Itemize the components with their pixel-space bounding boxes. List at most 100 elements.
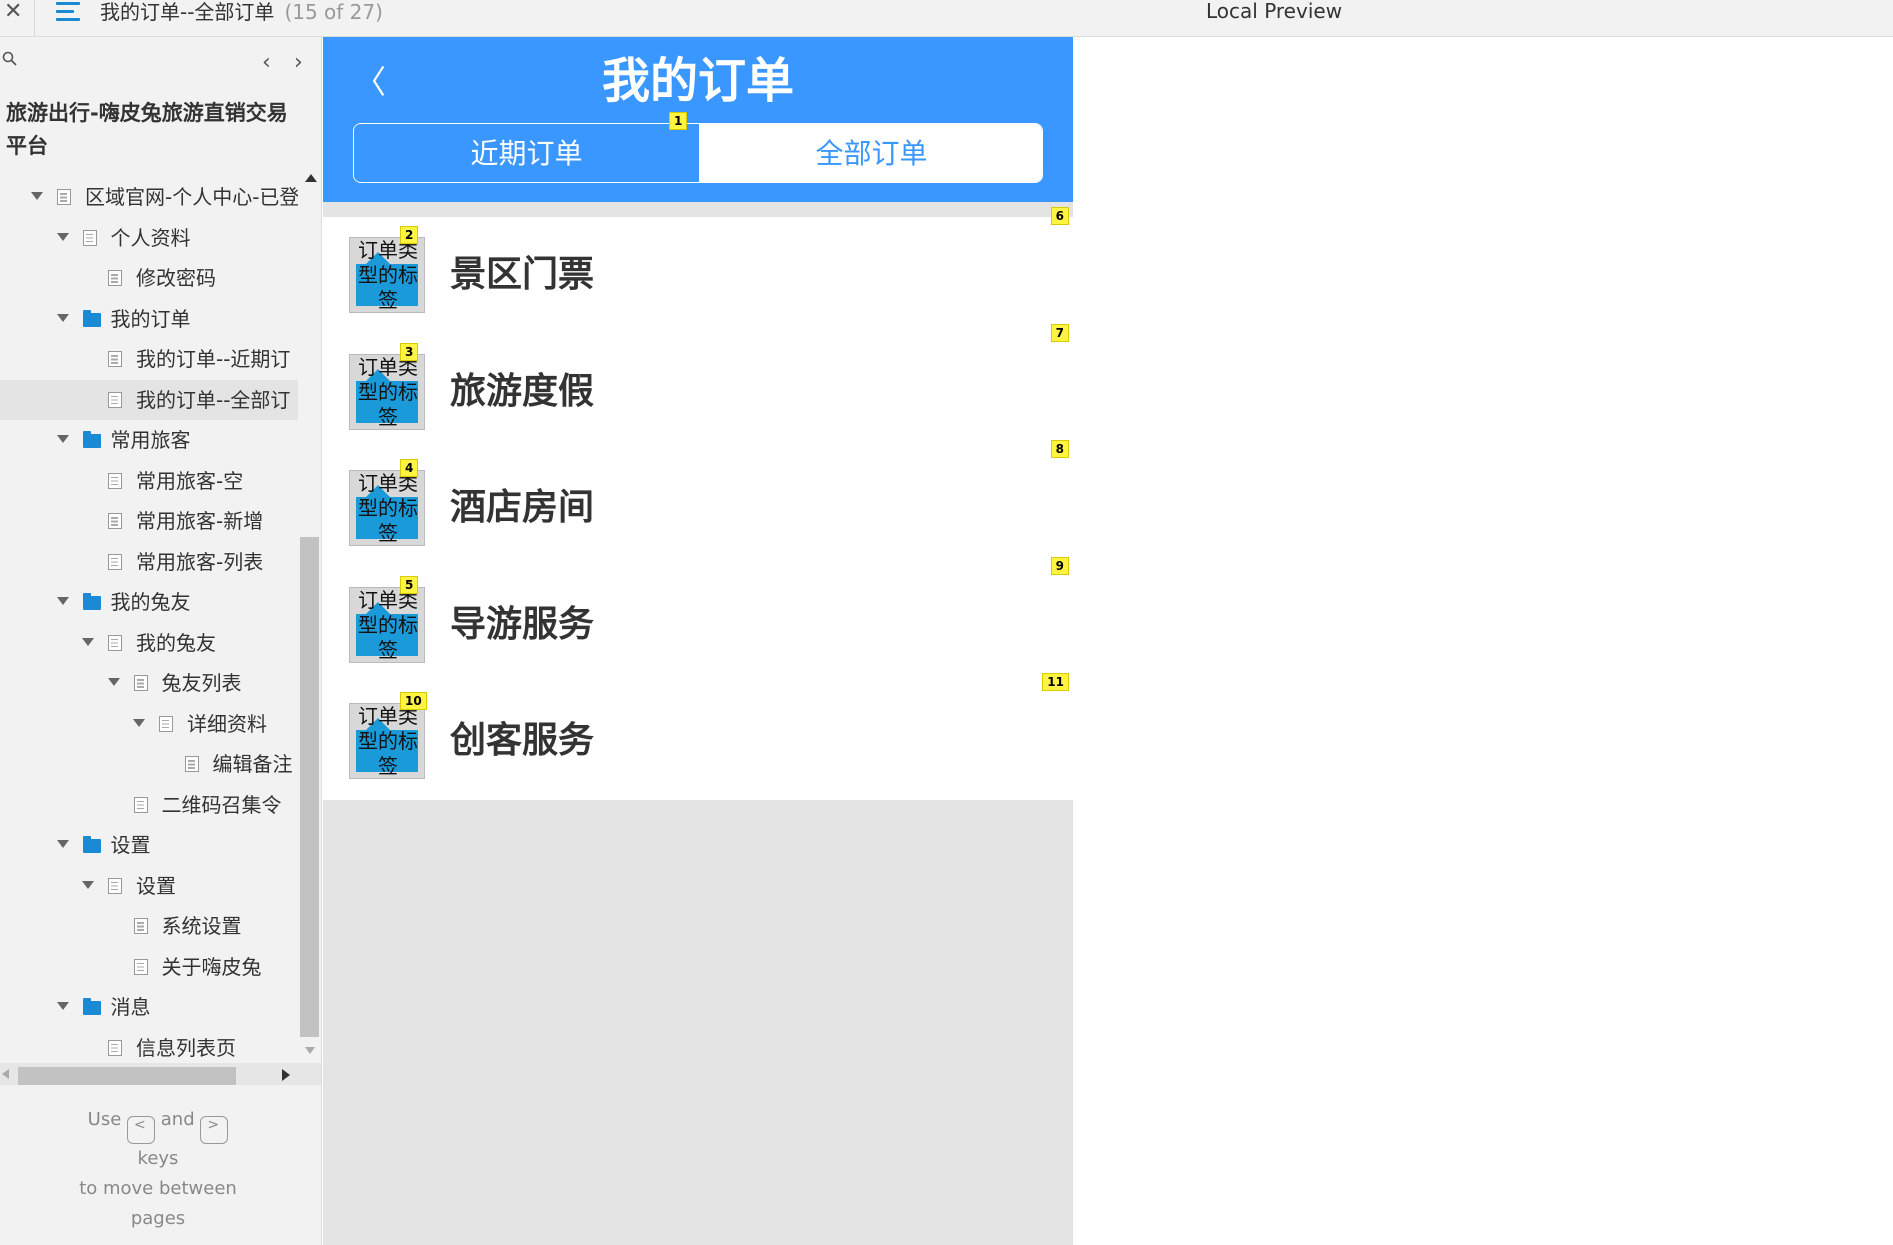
previous-page-icon[interactable]: ‹ xyxy=(262,50,271,75)
order-type-row[interactable]: 订单类型的标签 创客服务 10 11 xyxy=(323,673,1073,799)
page-icon xyxy=(108,513,122,529)
horizontal-scrollbar-thumb[interactable] xyxy=(18,1067,236,1085)
annotation-marker: 3 xyxy=(400,342,419,361)
top-bar: ✕ 我的订单--全部订单 (15 of 27) Local Preview xyxy=(0,0,1893,37)
order-type-name: 旅游度假 xyxy=(450,370,595,412)
hint-and: and xyxy=(160,1109,195,1130)
tree-scroll-up-icon[interactable] xyxy=(305,174,317,182)
sidebar-tree-label: 消息 xyxy=(110,995,151,1019)
divider xyxy=(34,0,35,36)
expand-triangle-icon[interactable] xyxy=(133,718,145,727)
hint-keys: keys xyxy=(137,1148,179,1169)
annotation-marker: 11 xyxy=(1042,673,1069,691)
sidebar-tree-item[interactable]: 个人资料 xyxy=(0,218,298,259)
sidebar-tree-item[interactable]: 详细资料 xyxy=(0,704,298,745)
page-icon xyxy=(108,553,122,570)
sidebar-tree-item[interactable]: 修改密码 xyxy=(0,258,298,299)
sidebar-tree-item[interactable]: 二维码召集令 xyxy=(0,785,298,826)
annotation-marker: 6 xyxy=(1050,207,1069,225)
order-type-tag-label: 订单类型的标签 xyxy=(358,238,418,312)
sidebar-tree-item[interactable]: 我的订单 xyxy=(0,299,298,340)
page-icon xyxy=(133,958,148,975)
page-title-text: 我的订单--全部订单 xyxy=(100,0,275,24)
sidebar-tree-item[interactable]: 信息列表页 xyxy=(0,1028,298,1069)
sidebar-tree-item[interactable]: 兔友列表 xyxy=(0,663,298,704)
scroll-left-arrow-icon[interactable] xyxy=(2,1069,9,1079)
sidebar-tree-item[interactable]: 我的兔友 xyxy=(0,623,298,664)
app-header: 〈 我的订单 近期订单 全部订单 1 xyxy=(323,37,1073,202)
sidebar-tree-item[interactable]: 常用旅客-列表 xyxy=(0,542,298,583)
sidebar-tree-item[interactable]: 我的兔友 xyxy=(0,582,298,623)
expand-triangle-icon[interactable] xyxy=(56,232,69,241)
expand-triangle-icon[interactable] xyxy=(31,192,43,200)
sidebar-tree-item[interactable]: 设置 xyxy=(0,866,298,907)
expand-triangle-icon[interactable] xyxy=(82,637,94,646)
expand-triangle-icon[interactable] xyxy=(56,313,69,322)
sidebar-tree-label: 常用旅客-列表 xyxy=(136,549,264,574)
order-type-row[interactable]: 订单类型的标签 景区门票 2 6 xyxy=(323,207,1073,333)
scroll-right-arrow-icon[interactable] xyxy=(282,1069,290,1081)
sidebar-tree-item[interactable]: 常用旅客-新增 xyxy=(0,501,298,542)
sidebar-tree-item[interactable]: 我的订单--全部订 xyxy=(0,379,298,420)
sidebar-tree-item[interactable]: 设置 xyxy=(0,825,298,866)
scroll-down-arrow-icon[interactable] xyxy=(305,1047,315,1054)
folder-icon xyxy=(82,309,101,327)
sidebar-tree-label: 我的订单 xyxy=(110,306,191,331)
annotation-marker: 2 xyxy=(400,226,419,244)
expand-triangle-icon[interactable] xyxy=(56,597,69,605)
page-icon xyxy=(108,391,122,408)
order-type-name: 酒店房间 xyxy=(450,487,595,528)
order-type-row[interactable]: 订单类型的标签 旅游度假 3 7 xyxy=(323,323,1073,450)
sidebar-tree-label: 设置 xyxy=(110,833,151,857)
tab-recent-orders[interactable]: 近期订单 xyxy=(354,124,699,182)
order-type-row[interactable]: 订单类型的标签 酒店房间 4 8 xyxy=(323,440,1073,566)
expand-triangle-icon[interactable] xyxy=(107,678,120,686)
tab-all-orders[interactable]: 全部订单 xyxy=(699,124,1042,182)
page-icon xyxy=(108,1039,122,1056)
sidebar-tree-label: 修改密码 xyxy=(136,266,216,290)
sidebar-tree-item[interactable]: 常用旅客-空 xyxy=(0,461,298,502)
sidebar-tree-label: 二维码召集令 xyxy=(161,792,282,817)
annotation-marker: 10 xyxy=(400,692,427,710)
sidebar-tree-item[interactable]: 常用旅客 xyxy=(0,420,298,461)
page-icon xyxy=(108,634,122,651)
expand-triangle-icon[interactable] xyxy=(56,435,69,443)
page-icon xyxy=(159,715,173,732)
order-type-row[interactable]: 订单类型的标签 导游服务 5 9 xyxy=(323,556,1073,683)
close-icon[interactable]: ✕ xyxy=(4,1,22,23)
next-page-icon[interactable]: › xyxy=(294,50,303,75)
page-icon xyxy=(133,675,148,691)
page-icon xyxy=(57,189,71,205)
search-icon[interactable] xyxy=(2,51,18,67)
sidebar-tree-label: 设置 xyxy=(136,873,176,898)
annotation-marker: 7 xyxy=(1050,323,1069,342)
page-icon xyxy=(108,472,122,489)
sidebar-tree-item[interactable]: 关于嗨皮兔 xyxy=(0,947,298,988)
sidebar-tree-item[interactable]: 我的订单--近期订 xyxy=(0,339,298,380)
order-type-tag-image: 订单类型的标签 xyxy=(349,353,425,430)
folder-icon xyxy=(82,836,101,853)
sidebar-tree-label: 详细资料 xyxy=(187,711,267,736)
order-type-tag-label: 订单类型的标签 xyxy=(358,704,418,778)
sidebar-tree-item[interactable]: 系统设置 xyxy=(0,906,298,947)
expand-triangle-icon[interactable] xyxy=(56,840,69,848)
order-type-tag-image: 订单类型的标签 xyxy=(349,470,425,546)
keyboard-hint: Use < and > keys to move between pages xyxy=(0,1105,316,1234)
hint-use: Use xyxy=(87,1109,122,1130)
vertical-scrollbar-thumb[interactable] xyxy=(300,537,319,1037)
page-icon xyxy=(133,918,148,934)
folder-icon xyxy=(82,593,101,610)
sidebar-tree-item[interactable]: 区域官网-个人中心-已登 xyxy=(0,177,298,218)
sidebar-tree-label: 常用旅客-新增 xyxy=(136,509,264,533)
sidebar-tree-item[interactable]: 编辑备注 xyxy=(0,744,298,785)
expand-triangle-icon[interactable] xyxy=(56,1002,69,1010)
expand-triangle-icon[interactable] xyxy=(82,880,94,889)
local-preview-label: Local Preview xyxy=(1206,0,1343,23)
folder-icon xyxy=(82,998,101,1015)
hamburger-icon[interactable] xyxy=(56,2,80,22)
sidebar-tree-item[interactable]: 消息 xyxy=(0,987,298,1028)
sidebar-tree-label: 兔友列表 xyxy=(161,671,242,695)
sidebar-tree-label: 编辑备注 xyxy=(212,752,293,776)
sidebar-tree-label: 系统设置 xyxy=(161,914,242,938)
order-type-tag-image: 订单类型的标签 xyxy=(349,237,425,313)
